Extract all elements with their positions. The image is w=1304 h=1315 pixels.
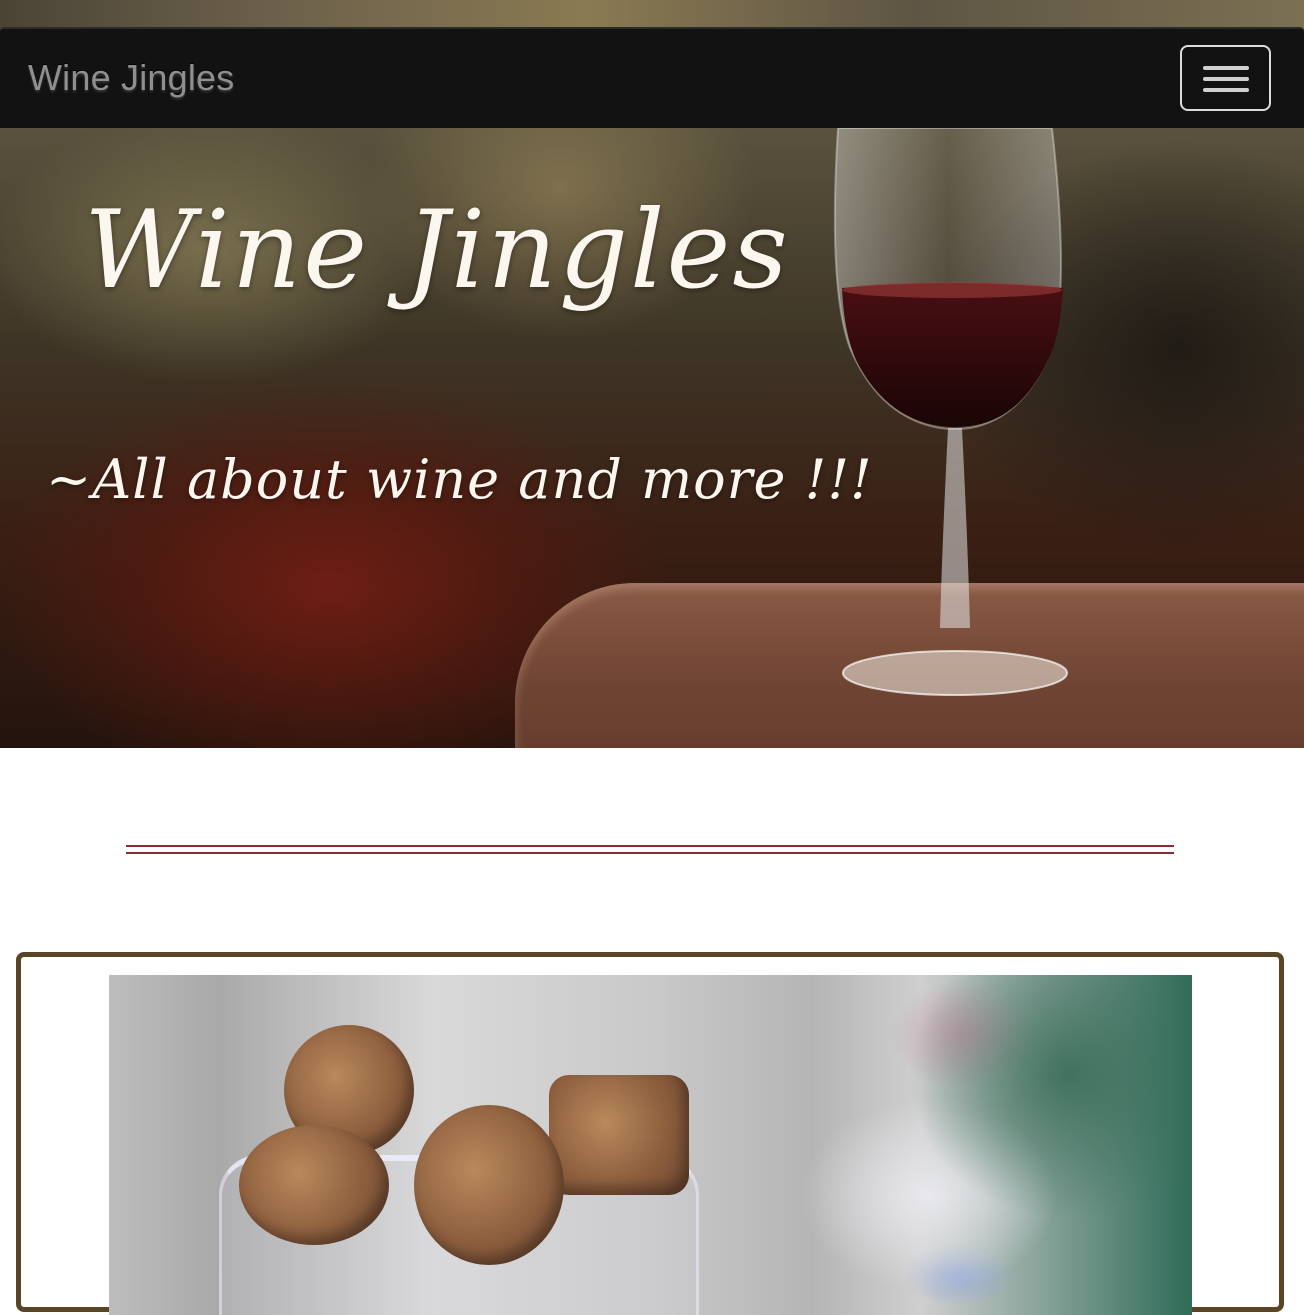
wine-glass-image (833, 128, 1068, 696)
hamburger-menu-icon (1203, 66, 1249, 70)
hero-top-strip (0, 0, 1304, 30)
navbar-toggler-button[interactable] (1180, 45, 1271, 111)
hamburger-menu-icon-bar (1203, 88, 1249, 92)
navbar: Wine Jingles (0, 27, 1304, 128)
cork-shape (239, 1125, 389, 1245)
navbar-brand[interactable]: Wine Jingles (28, 57, 234, 99)
hamburger-menu-icon-bar (1203, 77, 1249, 81)
cork-shape (549, 1075, 689, 1195)
hero-title: Wine Jingles (84, 188, 790, 313)
corks-jar-image (109, 975, 1192, 1315)
cork-shape (414, 1105, 564, 1265)
hero-banner: Wine Jingles ~All about wine and more !!… (0, 128, 1304, 748)
hero-tagline: ~All about wine and more !!! (46, 448, 873, 511)
section-divider (126, 845, 1174, 854)
feature-card (16, 952, 1284, 1315)
